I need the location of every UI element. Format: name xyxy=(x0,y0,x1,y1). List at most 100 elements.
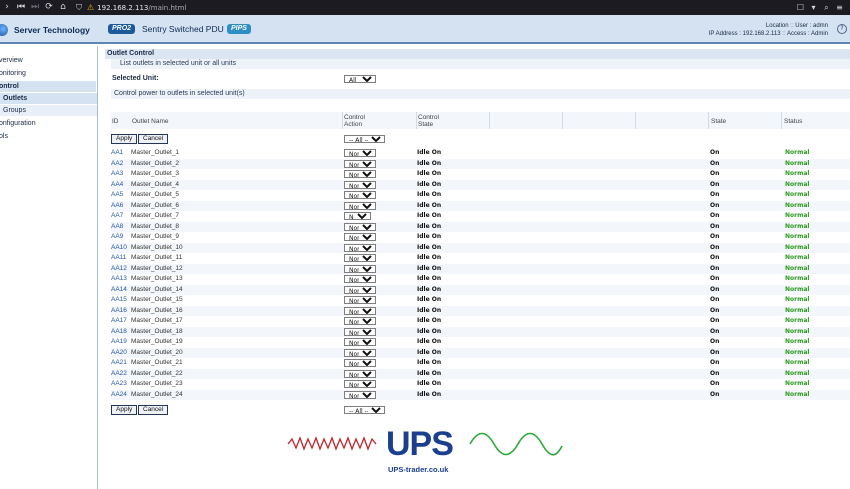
header: Server Technology PRO2 Sentry Switched P… xyxy=(0,15,850,44)
outlet-action-select[interactable]: None xyxy=(344,359,376,367)
address-bar[interactable]: ⛉ ⚠ 192.168.2.113/main.html xyxy=(76,3,186,13)
menu-icon[interactable]: ≡ xyxy=(833,0,846,15)
outlet-action-select[interactable]: None xyxy=(344,317,376,325)
table-row: AA18 Master_Outlet_18 None Idle On On Normal xyxy=(111,326,850,337)
outlet-state: On xyxy=(710,390,720,398)
outlet-action-select[interactable]: None xyxy=(344,254,376,262)
outlet-id[interactable]: AA2 xyxy=(111,159,123,169)
outlet-control-state: Idle On xyxy=(417,254,442,261)
outlet-id[interactable]: AA11 xyxy=(111,253,126,263)
table-row: AA11 Master_Outlet_11 None Idle On On Normal xyxy=(111,253,850,263)
ip-label: IP Address xyxy=(708,31,738,37)
outlet-action-select[interactable]: None xyxy=(344,264,376,273)
skip-back-icon[interactable]: ⏮ xyxy=(14,0,28,15)
sidebar: verview onitoring ontrol Outlets Groups … xyxy=(0,46,98,489)
home-icon[interactable]: ⌂ xyxy=(56,0,70,15)
sidebar-item-monitoring[interactable]: onitoring xyxy=(0,68,96,79)
apply-button-bottom[interactable]: Apply xyxy=(111,405,138,415)
outlet-status: Normal xyxy=(785,191,810,198)
skip-forward-icon[interactable]: ⏭ xyxy=(28,0,42,15)
outlet-id[interactable]: AA23 xyxy=(111,379,127,389)
outlet-action-select[interactable]: None xyxy=(344,275,376,283)
outlet-id[interactable]: AA3 xyxy=(111,169,123,179)
outlet-id[interactable]: AA4 xyxy=(111,180,123,190)
ups-letters: UPS xyxy=(386,425,454,463)
apply-button-top[interactable]: Apply xyxy=(111,134,138,144)
all-action-select-top[interactable]: -- All -- xyxy=(344,135,385,143)
outlet-action-select[interactable]: None xyxy=(344,285,376,294)
selected-unit-select[interactable]: All xyxy=(344,75,376,83)
outlet-id[interactable]: AA19 xyxy=(111,337,127,347)
outlet-action-select[interactable]: None xyxy=(344,327,376,336)
outlet-id[interactable]: AA7 xyxy=(111,211,123,221)
sidebar-item-tools[interactable]: ols xyxy=(0,131,96,142)
outlet-action-select[interactable]: None xyxy=(344,306,376,315)
table-row: AA1 Master_Outlet_1 None Idle On On Normal xyxy=(111,148,850,158)
outlet-state: On xyxy=(710,149,720,156)
column-status: Status xyxy=(784,118,803,125)
outlet-action-select[interactable]: None xyxy=(344,149,376,157)
outlet-action-select[interactable]: None xyxy=(344,201,376,210)
table-row: AA23 Master_Outlet_23 None Idle On On Normal xyxy=(111,379,850,389)
outlet-action-select[interactable]: None xyxy=(344,243,376,252)
warning-icon[interactable]: ⚠ xyxy=(87,3,94,12)
outlet-action-select[interactable]: None xyxy=(344,212,371,220)
sidebar-item-configuration[interactable]: onfiguration xyxy=(0,118,96,129)
outlet-action-select[interactable]: None xyxy=(344,369,376,378)
outlet-action-select[interactable]: None xyxy=(344,191,376,199)
sidebar-toggle-icon[interactable]: › xyxy=(0,0,14,15)
sidebar-item-outlets[interactable]: Outlets xyxy=(0,93,97,104)
outlet-id[interactable]: AA17 xyxy=(111,316,127,326)
help-icon[interactable]: ? xyxy=(837,24,847,34)
outlet-id[interactable]: AA21 xyxy=(111,358,127,368)
main-content: Outlet Control List outlets in selected … xyxy=(105,49,850,69)
outlet-control-state: Idle On xyxy=(417,233,442,240)
outlet-id[interactable]: AA20 xyxy=(111,348,127,358)
outlet-id[interactable]: AA6 xyxy=(111,201,123,211)
outlet-action-select[interactable]: None xyxy=(344,159,376,168)
outlet-id[interactable]: AA10 xyxy=(111,243,127,253)
outlet-name: Master_Outlet_20 xyxy=(131,348,183,356)
cancel-button-top[interactable]: Cancel xyxy=(138,134,169,144)
outlet-action-select[interactable]: None xyxy=(344,348,376,357)
outlet-id[interactable]: AA14 xyxy=(111,285,127,295)
outlet-action-select[interactable]: None xyxy=(344,296,376,304)
outlet-id[interactable]: AA1 xyxy=(111,148,123,158)
outlet-id[interactable]: AA24 xyxy=(111,390,127,400)
search-icon[interactable]: ⌕ xyxy=(820,0,833,15)
outlet-id[interactable]: AA22 xyxy=(111,369,127,379)
outlet-id[interactable]: AA16 xyxy=(111,306,127,316)
outlet-state: On xyxy=(710,254,720,261)
outlet-control-state: Idle On xyxy=(417,212,442,219)
outlet-id[interactable]: AA18 xyxy=(111,327,127,337)
reload-icon[interactable]: ⟳ xyxy=(42,0,56,15)
sidebar-item-groups[interactable]: Groups xyxy=(0,105,97,116)
column-control-state-2: State xyxy=(418,121,434,128)
dropdown-icon[interactable]: ▾ xyxy=(807,0,820,15)
sidebar-item-control[interactable]: ontrol xyxy=(0,81,96,92)
outlet-action-select[interactable]: None xyxy=(344,222,376,231)
outlet-action-select[interactable]: None xyxy=(344,338,376,346)
outlet-id[interactable]: AA9 xyxy=(111,232,123,242)
all-action-select-bottom[interactable]: -- All -- xyxy=(344,406,385,414)
outlet-action-select[interactable]: None xyxy=(344,380,376,388)
outlet-control-state: Idle On xyxy=(417,264,442,272)
ups-trader-logo: UPS UPS-trader.co.uk xyxy=(284,426,566,478)
outlet-action-select[interactable]: None xyxy=(344,180,376,189)
outlet-name: Master_Outlet_19 xyxy=(131,338,183,345)
outlet-action-select[interactable]: None xyxy=(344,390,376,399)
outlet-name: Master_Outlet_21 xyxy=(131,359,183,366)
outlet-id[interactable]: AA5 xyxy=(111,190,123,200)
sidebar-item-overview[interactable]: verview xyxy=(0,55,96,66)
outlet-id[interactable]: AA12 xyxy=(111,264,127,274)
table-row: AA9 Master_Outlet_9 None Idle On On Normal xyxy=(111,232,850,242)
cancel-button-bottom[interactable]: Cancel xyxy=(138,405,169,415)
outlet-action-select[interactable]: None xyxy=(344,233,376,241)
outlet-status: Normal xyxy=(785,149,810,156)
outlet-id[interactable]: AA8 xyxy=(111,222,123,232)
table-row: AA6 Master_Outlet_6 None Idle On On Normal xyxy=(111,200,850,211)
outlet-id[interactable]: AA13 xyxy=(111,274,127,284)
outlet-id[interactable]: AA15 xyxy=(111,295,127,305)
outlet-action-select[interactable]: None xyxy=(344,170,376,178)
bookmark-icon[interactable]: ☐ xyxy=(794,0,807,15)
